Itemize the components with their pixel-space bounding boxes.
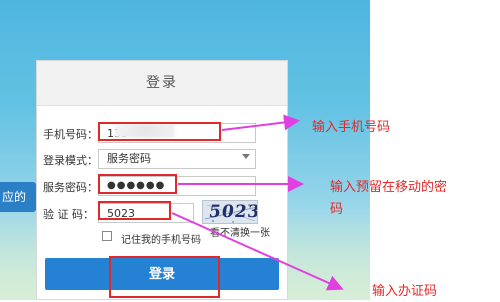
remember-label: 记住我的手机号码 [121, 235, 201, 246]
annotation-phone: 输入手机号码 [312, 120, 391, 135]
annotation-password-line2: 码 [330, 202, 344, 217]
annotation-password-line1: 输入预留在移动的密 [330, 180, 448, 195]
annotation-captcha: 输入办证码 [372, 284, 438, 299]
remember-checkbox[interactable] [102, 231, 112, 241]
chevron-down-icon[interactable] [242, 154, 250, 159]
captcha-highlight [98, 201, 171, 220]
captcha-label: 验 证 码： [43, 208, 94, 221]
captcha-image[interactable]: 5023 [202, 200, 258, 224]
blank-area [370, 0, 500, 300]
password-highlight [98, 174, 177, 194]
panel-title: 登录 [37, 61, 287, 106]
login-mode-select[interactable]: 服务密码 [98, 149, 256, 169]
side-tab-label: 应的 [2, 190, 27, 204]
login-mode-value: 服务密码 [107, 152, 151, 165]
phone-label: 手机号码： [43, 128, 98, 141]
captcha-image-text: 5023 [207, 202, 258, 222]
phone-highlight [98, 122, 221, 141]
service-password-label: 服务密码： [43, 181, 98, 194]
side-tab[interactable]: 应的 [0, 182, 36, 212]
login-button-highlight [109, 256, 220, 298]
captcha-refresh-link[interactable]: 看不清换一张 [210, 224, 270, 239]
login-mode-label: 登录模式： [43, 154, 98, 167]
